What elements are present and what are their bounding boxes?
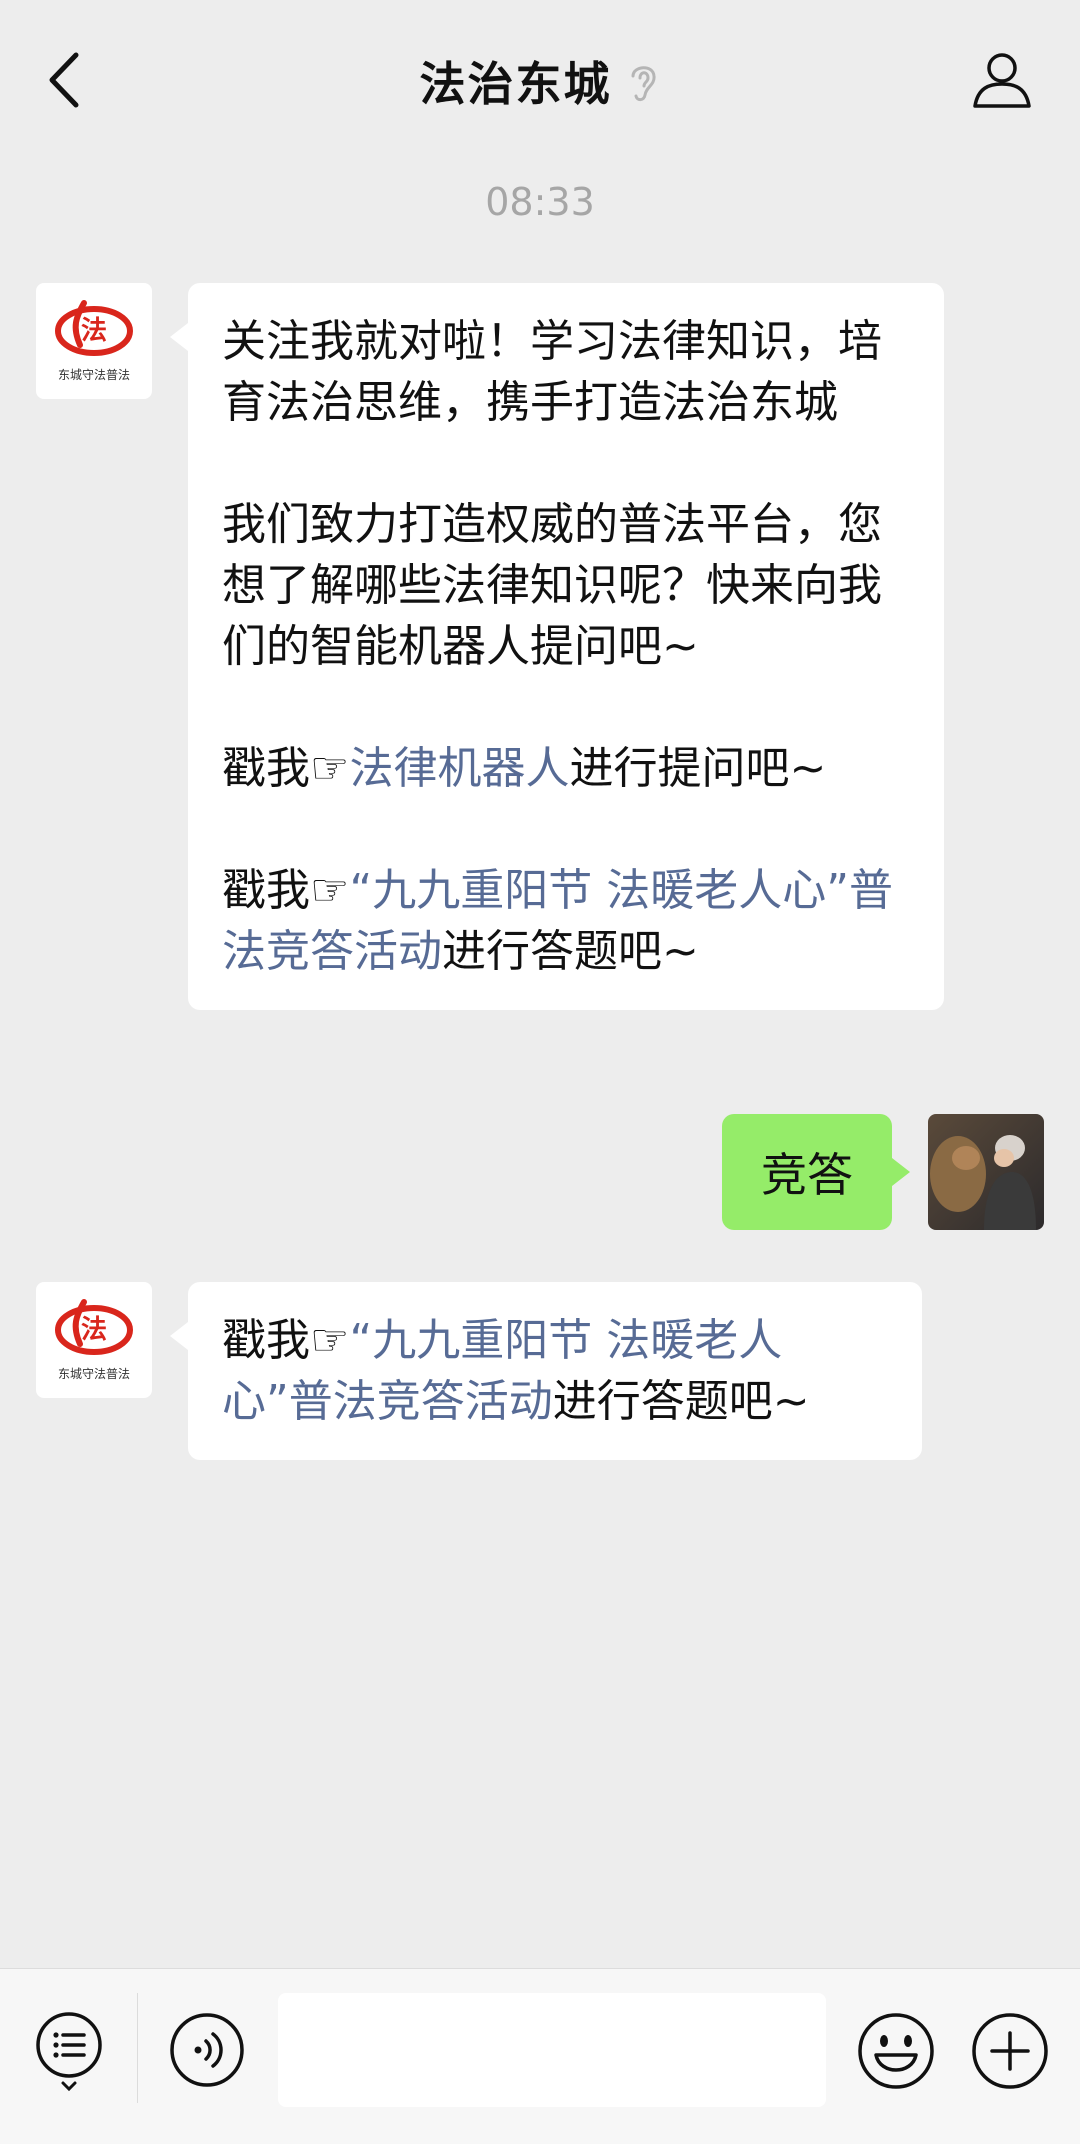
message-paragraph: 戳我☞“九九重阳节 法暖老人心”普法竞答活动进行答题吧~ — [222, 1310, 888, 1432]
my-message-text: 竞答 — [761, 1148, 853, 1202]
svg-text:法: 法 — [81, 316, 107, 346]
my-message-bubble: 竞答 — [722, 1114, 910, 1230]
user-photo — [928, 1114, 1044, 1230]
plus-icon[interactable] — [970, 2011, 1050, 2091]
text-suffix: 进行答题吧~ — [552, 1376, 810, 1427]
my-avatar[interactable] — [928, 1114, 1044, 1230]
message-timestamp: 08:33 — [485, 180, 595, 224]
message-paragraph: 戳我☞法律机器人进行提问吧~ — [222, 738, 910, 799]
message-input[interactable] — [278, 1993, 826, 2107]
account-avatar[interactable]: 法 东城守法普法 — [36, 283, 152, 399]
text-prefix: 戳我☞ — [222, 743, 350, 794]
message-bubble: 戳我☞“九九重阳节 法暖老人心”普法竞答活动进行答题吧~ — [170, 1282, 922, 1460]
svg-text:法: 法 — [81, 1315, 107, 1345]
person-icon[interactable] — [969, 48, 1035, 114]
message-paragraph: 戳我☞“九九重阳节 法暖老人心”普法竞答活动进行答题吧~ — [222, 860, 910, 982]
text-suffix: 进行答题吧~ — [442, 926, 699, 977]
voice-icon[interactable] — [168, 2011, 246, 2089]
divider — [137, 1993, 138, 2103]
text-prefix: 戳我☞ — [222, 1315, 350, 1366]
avatar-caption: 东城守法普法 — [57, 1367, 130, 1381]
smiley-icon[interactable] — [856, 2011, 936, 2091]
ear-icon — [631, 66, 656, 102]
message-paragraph: 关注我就对啦！学习法律知识，培育法治思维，携手打造法治东城 — [222, 316, 882, 428]
chat-header: 法治东城 — [0, 0, 1080, 160]
legal-robot-link[interactable]: 法律机器人 — [349, 743, 569, 794]
avatar-caption: 东城守法普法 — [57, 368, 130, 382]
input-bar — [0, 1968, 1080, 2144]
message-bubble: 关注我就对啦！学习法律知识，培育法治思维，携手打造法治东城 我们致力打造权威的普… — [170, 283, 944, 1010]
text-suffix: 进行提问吧~ — [569, 743, 827, 794]
message-paragraph: 我们致力打造权威的普法平台，您想了解哪些法律知识呢？快来向我们的智能机器人提问吧… — [222, 499, 882, 672]
chat-title: 法治东城 — [419, 57, 612, 111]
text-prefix: 戳我☞ — [222, 865, 350, 916]
list-menu-icon[interactable] — [34, 2009, 104, 2093]
account-avatar[interactable]: 法 东城守法普法 — [36, 1282, 152, 1398]
